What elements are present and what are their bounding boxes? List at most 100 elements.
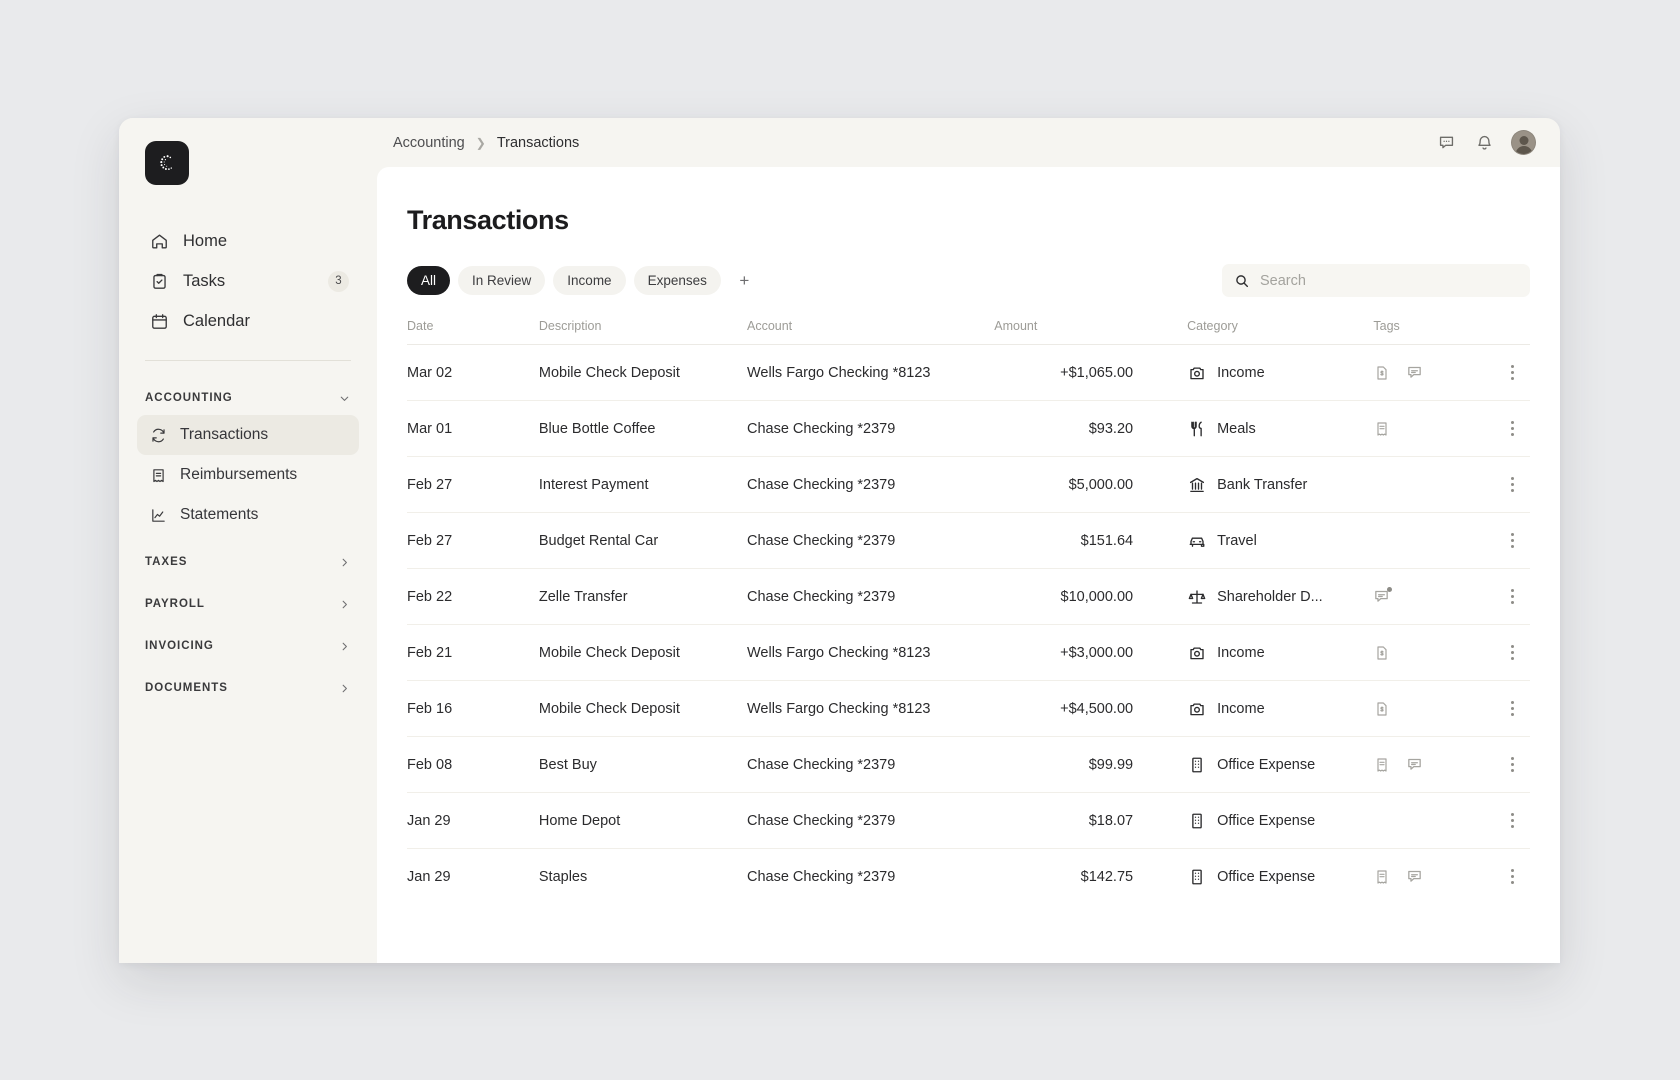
column-header-account[interactable]: Account [746, 319, 995, 345]
sidebar-item-label: Reimbursements [180, 466, 298, 483]
row-menu-button[interactable] [1489, 757, 1530, 772]
cell-description: Zelle Transfer [538, 568, 747, 625]
row-menu-button[interactable] [1489, 421, 1530, 436]
search-box[interactable] [1222, 264, 1530, 297]
table-row[interactable]: Feb 27 Budget Rental Car Chase Checking *2… [407, 512, 1530, 569]
breadcrumb-accounting[interactable]: Accounting [393, 135, 465, 151]
sidebar-section-documents[interactable]: DOCUMENTS [145, 673, 351, 703]
search-input[interactable] [1260, 272, 1518, 289]
cell-category[interactable]: Office Expense [1159, 736, 1374, 793]
table-row[interactable]: Mar 01 Blue Bottle Coffee Chase Checking *… [407, 400, 1530, 457]
table-header-row: Date Description Account Amount Category… [407, 319, 1530, 345]
row-menu-button[interactable] [1489, 869, 1530, 884]
filter-all[interactable]: All [407, 266, 451, 295]
company-logo[interactable] [145, 141, 189, 185]
comment-icon[interactable] [1406, 756, 1423, 773]
cell-date: Feb 08 [407, 736, 539, 793]
filter-income[interactable]: Income [553, 266, 626, 295]
cell-category[interactable]: Income [1159, 624, 1374, 681]
cell-category[interactable]: Shareholder D... [1159, 568, 1374, 625]
cell-date: Feb 22 [407, 568, 539, 625]
table-row[interactable]: Feb 16 Mobile Check Deposit Wells Fargo Ch… [407, 680, 1530, 737]
sidebar-item-reimbursements[interactable]: Reimbursements [137, 455, 359, 495]
comment-badge-icon[interactable] [1373, 587, 1393, 605]
sidebar-item-tasks[interactable]: Tasks 3 [137, 261, 359, 301]
column-header-category[interactable]: Category [1159, 319, 1374, 345]
column-header-description[interactable]: Description [538, 319, 747, 345]
cell-date: Feb 27 [407, 456, 539, 513]
sidebar-section-payroll[interactable]: PAYROLL [145, 589, 351, 619]
toolbar: All In Review Income Expenses + [407, 264, 1530, 297]
cell-tags [1373, 680, 1489, 737]
row-menu-button[interactable] [1489, 645, 1530, 660]
refresh-icon [149, 426, 167, 444]
add-filter-button[interactable]: + [731, 267, 758, 294]
row-menu-button[interactable] [1489, 701, 1530, 716]
category-label: Office Expense [1217, 812, 1316, 829]
sidebar-item-calendar[interactable]: Calendar [137, 301, 359, 341]
cell-category[interactable]: Income [1159, 344, 1374, 401]
cell-category[interactable]: Meals [1159, 400, 1374, 457]
row-menu-button[interactable] [1489, 813, 1530, 828]
bank-icon [1187, 475, 1206, 494]
cell-tags [1373, 568, 1489, 625]
top-bar: Accounting ❯ Transactions [377, 118, 1560, 167]
column-header-tags[interactable]: Tags [1373, 319, 1489, 345]
category-label: Office Expense [1217, 756, 1316, 773]
comment-icon[interactable] [1406, 364, 1423, 381]
filter-in-review[interactable]: In Review [458, 266, 546, 295]
row-menu-button[interactable] [1489, 365, 1530, 380]
invoice-icon[interactable] [1373, 644, 1390, 661]
user-avatar[interactable] [1511, 130, 1536, 155]
sidebar-section-invoicing[interactable]: INVOICING [145, 631, 351, 661]
chevron-right-icon: ❯ [475, 135, 486, 150]
sidebar-section-taxes[interactable]: TAXES [145, 547, 351, 577]
cell-actions [1489, 849, 1530, 905]
column-header-date[interactable]: Date [407, 319, 539, 345]
cell-account: Wells Fargo Checking *8123 [746, 344, 995, 401]
category-label: Travel [1217, 532, 1257, 549]
invoice-icon[interactable] [1373, 364, 1390, 381]
cell-description: Mobile Check Deposit [538, 680, 747, 737]
cell-account: Chase Checking *2379 [746, 456, 995, 513]
cell-actions [1488, 456, 1530, 513]
table-row[interactable]: Feb 21 Mobile Check Deposit Wells Fargo Ch… [407, 624, 1530, 681]
bell-icon[interactable] [1473, 132, 1495, 154]
cell-category[interactable]: Travel [1159, 512, 1374, 569]
breadcrumb-transactions[interactable]: Transactions [497, 135, 579, 151]
row-menu-button[interactable] [1489, 589, 1530, 604]
cell-amount: +$4,500.00 [994, 680, 1160, 737]
building-icon [1187, 867, 1206, 886]
chat-bubble-icon[interactable] [1435, 132, 1457, 154]
cell-actions [1488, 512, 1530, 569]
filter-expenses[interactable]: Expenses [633, 266, 721, 295]
cell-account: Chase Checking *2379 [746, 512, 995, 569]
table-row[interactable]: Mar 02 Mobile Check Deposit Wells Fargo Ch… [407, 344, 1530, 401]
sidebar-item-statements[interactable]: Statements [137, 495, 359, 535]
column-header-amount[interactable]: Amount [994, 319, 1160, 345]
cell-category[interactable]: Income [1159, 680, 1374, 737]
sidebar-item-home[interactable]: Home [137, 221, 359, 261]
cell-tags [1373, 849, 1488, 905]
invoice-icon[interactable] [1373, 700, 1390, 717]
building-icon [1187, 755, 1206, 774]
cell-category[interactable]: Office Expense [1159, 849, 1373, 905]
table-row[interactable]: Feb 27 Interest Payment Chase Checking *23… [407, 456, 1530, 513]
cell-category[interactable]: Bank Transfer [1159, 456, 1374, 513]
receipt-icon[interactable] [1373, 420, 1390, 437]
cell-tags [1373, 456, 1489, 513]
cell-actions [1488, 624, 1530, 681]
sidebar-section-accounting[interactable]: ACCOUNTING [145, 381, 351, 415]
cell-date: Jan 29 [407, 868, 451, 885]
receipt-icon[interactable] [1373, 756, 1390, 773]
table-row[interactable]: Jan 29 Home Depot Chase Checking *2379 $18.… [407, 792, 1530, 849]
cell-category[interactable]: Office Expense [1159, 792, 1374, 849]
row-menu-button[interactable] [1489, 533, 1530, 548]
receipt-icon[interactable] [1373, 868, 1390, 885]
table-row[interactable]: Feb 08 Best Buy Chase Checking *2379 $99.99… [407, 736, 1530, 793]
table-row[interactable]: Feb 22 Zelle Transfer Chase Checking *2379… [407, 568, 1530, 625]
row-menu-button[interactable] [1489, 477, 1530, 492]
table-row[interactable]: Jan 29 Staples Chase Checking *2379 $142.75… [407, 849, 1530, 905]
comment-icon[interactable] [1406, 868, 1423, 885]
sidebar-item-transactions[interactable]: Transactions [137, 415, 359, 455]
